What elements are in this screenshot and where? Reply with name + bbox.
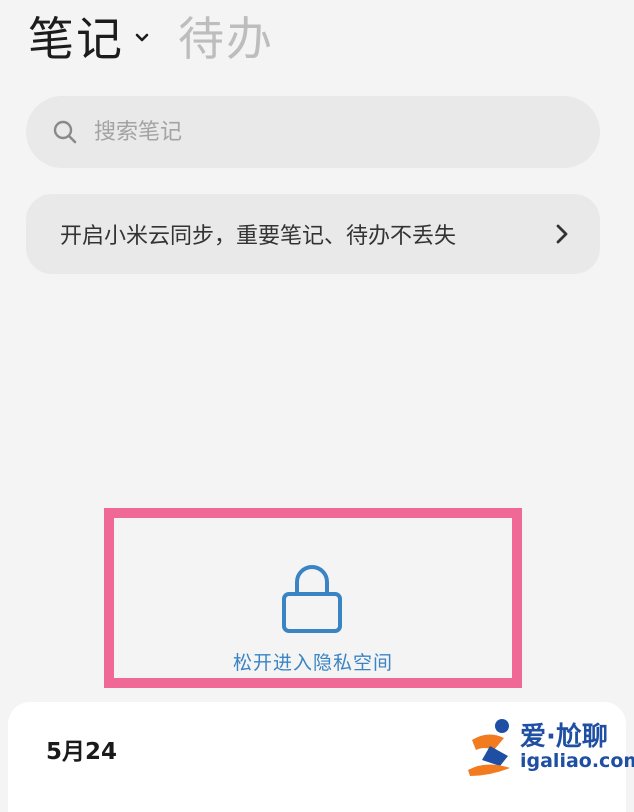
date-group-header: 5月24 bbox=[46, 739, 118, 765]
tab-notes-label: 笔记 bbox=[28, 12, 124, 66]
chevron-right-icon bbox=[556, 224, 568, 244]
watermark-name: 爱·尬聊 bbox=[520, 722, 608, 752]
tab-notes[interactable]: 笔记 bbox=[28, 3, 150, 69]
search-input[interactable] bbox=[94, 119, 574, 145]
app-header: 笔记 待办 bbox=[28, 6, 274, 66]
cloud-sync-text: 开启小米云同步，重要笔记、待办不丢失 bbox=[60, 224, 457, 249]
search-icon bbox=[53, 120, 77, 144]
lock-icon[interactable] bbox=[279, 562, 345, 634]
search-bar[interactable] bbox=[26, 96, 600, 168]
cloud-sync-banner[interactable]: 开启小米云同步，重要笔记、待办不丢失 bbox=[26, 194, 600, 274]
watermark-url: igaliao.com bbox=[520, 750, 634, 772]
tab-todo[interactable]: 待办 bbox=[178, 3, 274, 69]
chevron-down-icon[interactable] bbox=[134, 30, 150, 46]
watermark: 爱·尬聊 igaliao.com bbox=[464, 712, 634, 782]
watermark-logo-icon bbox=[468, 719, 510, 776]
privacy-space-label: 松开进入隐私空间 bbox=[232, 652, 393, 674]
